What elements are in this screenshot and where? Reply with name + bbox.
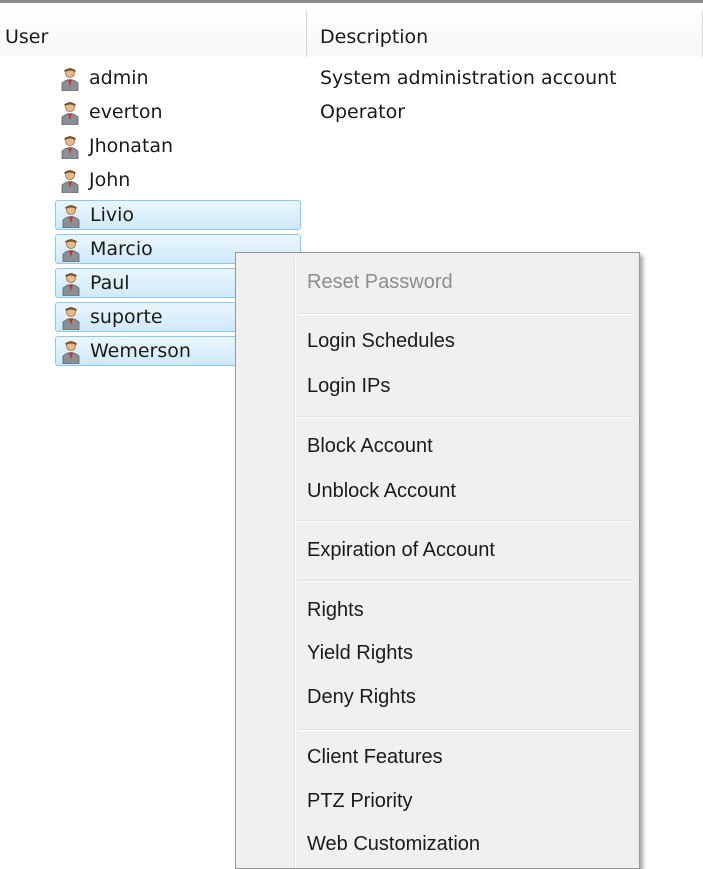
menu-separator [298, 520, 633, 521]
user-cell[interactable]: admin [55, 64, 301, 94]
menu-item-ptz-priority[interactable]: PTZ Priority [307, 788, 413, 814]
menu-item-unblock-account[interactable]: Unblock Account [307, 478, 456, 504]
user-icon [62, 273, 80, 296]
user-icon [61, 102, 79, 125]
user-name: suporte [90, 306, 163, 328]
menu-icon-gutter [294, 257, 295, 868]
user-icon [62, 307, 80, 330]
menu-separator [298, 313, 633, 314]
column-divider[interactable] [306, 11, 307, 57]
user-row-everton[interactable]: everton Operator [0, 98, 703, 132]
user-row-livio[interactable]: Livio [0, 200, 703, 234]
user-row-jhonatan[interactable]: Jhonatan [0, 132, 703, 166]
user-icon [61, 170, 79, 193]
menu-separator [298, 580, 633, 581]
column-header-description[interactable]: Description [320, 25, 428, 49]
menu-item-login-ips[interactable]: Login IPs [307, 373, 390, 399]
user-icon [62, 205, 80, 228]
user-name: John [89, 169, 131, 191]
user-cell[interactable]: John [55, 166, 301, 196]
menu-separator [298, 416, 633, 417]
menu-separator [298, 729, 633, 730]
user-name: admin [89, 67, 149, 89]
user-icon [62, 341, 80, 364]
user-name: Marcio [90, 238, 153, 260]
menu-item-deny-rights[interactable]: Deny Rights [307, 684, 416, 710]
user-name: Jhonatan [89, 135, 174, 157]
column-header-user[interactable]: User [5, 25, 48, 49]
user-name: Wemerson [90, 340, 191, 362]
menu-item-login-schedules[interactable]: Login Schedules [307, 328, 455, 354]
menu-item-client-features[interactable]: Client Features [307, 744, 443, 770]
user-row-admin[interactable]: admin System administration account [0, 64, 703, 98]
user-icon [62, 239, 80, 262]
context-menu: Reset Password Login Schedules Login IPs… [235, 252, 640, 869]
user-name: Livio [90, 204, 135, 226]
menu-item-rights[interactable]: Rights [307, 597, 364, 623]
menu-item-web-customization[interactable]: Web Customization [307, 831, 480, 857]
user-name: everton [89, 101, 163, 123]
menu-item-reset-password: Reset Password [307, 271, 453, 293]
user-icon [61, 68, 79, 91]
list-header: User Description [0, 0, 703, 57]
user-description: Operator [320, 101, 406, 123]
user-row-john[interactable]: John [0, 166, 703, 200]
user-icon [61, 136, 79, 159]
menu-item-yield-rights[interactable]: Yield Rights [307, 640, 413, 666]
user-cell[interactable]: Jhonatan [55, 132, 301, 162]
menu-item-block-account[interactable]: Block Account [307, 433, 433, 459]
user-cell[interactable]: everton [55, 98, 301, 128]
user-description: System administration account [320, 67, 617, 89]
user-name: Paul [90, 272, 130, 294]
user-cell[interactable]: Livio [55, 200, 301, 230]
menu-item-expiration-of-account[interactable]: Expiration of Account [307, 537, 495, 563]
